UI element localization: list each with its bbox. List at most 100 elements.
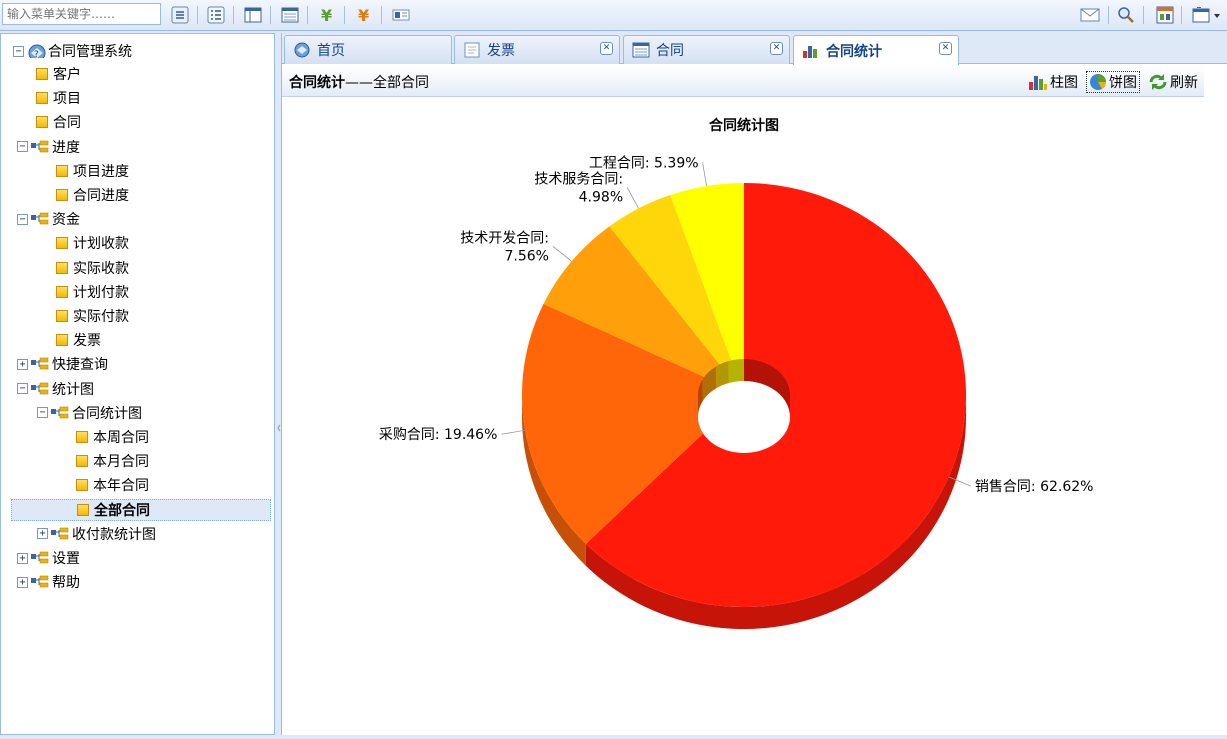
search-icon[interactable]	[1116, 5, 1136, 25]
tree-item-5-label: 合同进度	[73, 188, 129, 204]
expand-toggle-icon[interactable]: +	[17, 358, 28, 370]
leaf-page-icon	[56, 261, 68, 274]
refresh-icon	[1149, 74, 1167, 90]
leaf-page-icon	[56, 285, 68, 298]
tree-item-19[interactable]: + 收付款统计图	[37, 523, 156, 545]
pie-label-leader	[702, 162, 707, 187]
svg-text:¥: ¥	[358, 6, 369, 24]
tree-root-label: 合同管理系统	[48, 44, 132, 60]
node-group-icon	[31, 212, 49, 225]
tree-item-18[interactable]: 全部合同	[11, 498, 271, 521]
expand-toggle-icon[interactable]: +	[17, 552, 28, 564]
tree-item-11[interactable]: 发票	[56, 329, 101, 351]
expand-toggle-icon[interactable]: +	[37, 528, 48, 540]
bar-chart-icon	[803, 45, 817, 58]
tree-item-8-label: 实际收款	[73, 260, 129, 277]
tab-contract-label: 合同	[656, 43, 684, 59]
leaf-page-icon	[56, 237, 68, 250]
tab-home-label: 首页	[317, 43, 345, 59]
tree-item-1[interactable]: 项目	[36, 87, 81, 109]
expand-toggle-icon[interactable]: +	[17, 576, 28, 588]
tree-item-3-label: 进度	[52, 139, 80, 156]
window-icon[interactable]	[1155, 5, 1175, 25]
node-group-icon	[31, 575, 49, 588]
chart-actions: 柱图 饼图 刷新	[1026, 71, 1200, 93]
contract-pie-chart: 销售合同: 62.62% 采购合同: 19.46% 技术开发合同: 7.56% 技术服务…	[379, 117, 1094, 629]
refresh-button[interactable]: 刷新	[1146, 71, 1200, 93]
tab-invoice[interactable]: 发票 ✕	[454, 35, 620, 64]
tree-item-17-label: 本年合同	[93, 478, 149, 495]
leaf-page-icon	[76, 431, 88, 443]
tree-item-20-label: 设置	[52, 551, 80, 567]
close-icon[interactable]: ✕	[939, 42, 952, 55]
tree-item-16[interactable]: 本月合同	[76, 450, 149, 472]
collapse-toggle-icon[interactable]: −	[17, 141, 28, 153]
collapse-toggle-icon[interactable]: −	[13, 45, 24, 57]
close-icon[interactable]: ✕	[770, 42, 783, 55]
pie-label-leader	[552, 245, 572, 262]
pie-chart-icon	[1090, 74, 1107, 90]
panel-title: 合同统计——全部合同	[289, 74, 429, 91]
tree-item-15-label: 本周合同	[93, 430, 149, 446]
tree-item-15[interactable]: 本周合同	[76, 426, 149, 448]
bar-chart-button[interactable]: 柱图	[1026, 71, 1080, 93]
tree-item-12[interactable]: + 快捷查询	[17, 353, 108, 375]
tree-item-21[interactable]: + 帮助	[17, 571, 80, 593]
tree-item-18-label: 全部合同	[94, 502, 150, 519]
node-group-icon	[31, 382, 49, 394]
tab-contract[interactable]: 合同 ✕	[623, 35, 790, 64]
collapse-toggle-icon[interactable]: −	[17, 383, 28, 395]
yuan-green-icon[interactable]: ¥	[317, 5, 337, 25]
menu-search-input[interactable]	[2, 3, 161, 25]
close-icon[interactable]: ✕	[600, 42, 613, 55]
pie-label-leader	[626, 187, 639, 209]
tab-invoice-label: 发票	[487, 43, 515, 59]
bar-chart-icon	[1029, 76, 1047, 90]
tree-item-0-label: 客户	[53, 67, 81, 83]
tree-item-13[interactable]: − 统计图	[17, 378, 94, 400]
node-group-icon	[31, 358, 49, 370]
tree-item-10-label: 实际付款	[73, 309, 129, 325]
tab-home[interactable]: 首页	[284, 35, 452, 64]
pie-slice-label: 技术服务合同:	[534, 171, 623, 187]
mail-icon[interactable]	[1080, 5, 1100, 25]
tree-item-5[interactable]: 合同进度	[56, 184, 129, 206]
node-group-icon	[31, 551, 49, 564]
tree-item-8[interactable]: 实际收款	[56, 257, 129, 279]
card-icon[interactable]	[391, 5, 411, 25]
pie-chart-button[interactable]: 饼图	[1086, 71, 1140, 93]
tree-item-3[interactable]: − 进度	[17, 136, 80, 158]
tree-item-17[interactable]: 本年合同	[76, 474, 149, 496]
tree-item-9[interactable]: 计划付款	[56, 281, 129, 303]
tree-item-6[interactable]: − 资金	[17, 208, 80, 230]
collapse-toggle-icon[interactable]: −	[17, 213, 28, 225]
expand-all-icon[interactable]	[170, 5, 190, 25]
tree-item-0[interactable]: 客户	[36, 63, 81, 85]
pie-slice-label: 技术开发合同:	[460, 230, 549, 246]
tree-item-19-label: 收付款统计图	[72, 526, 156, 543]
tree-item-7[interactable]: 计划收款	[56, 232, 129, 254]
panel-titlebar: 合同统计——全部合同 柱图 饼图 刷新	[282, 67, 1204, 97]
tree-root[interactable]: − ? 合同管理系统	[13, 40, 132, 62]
tree-item-11-label: 发票	[73, 333, 101, 350]
chart-title: 合同统计图	[709, 117, 779, 134]
tab-contract-statistics[interactable]: 合同统计 ✕	[793, 35, 959, 65]
leaf-page-icon	[36, 116, 48, 129]
tree-item-10[interactable]: 实际付款	[56, 305, 129, 327]
tree-item-4[interactable]: 项目进度	[56, 160, 129, 182]
svg-text:¥: ¥	[321, 6, 332, 24]
yuan-orange-icon[interactable]: ¥	[354, 5, 374, 25]
tab-strip: 首页 发票 ✕ 合同 ✕ 合同统计 ✕	[282, 33, 1227, 65]
leaf-page-icon	[56, 334, 68, 347]
tree-item-14[interactable]: − 合同统计图	[37, 402, 142, 424]
tree-item-7-label: 计划收款	[73, 236, 129, 253]
collapse-toggle-icon[interactable]: −	[37, 407, 48, 419]
layout-icon[interactable]	[243, 5, 263, 25]
tree-item-20[interactable]: + 设置	[17, 547, 80, 569]
leaf-page-icon	[36, 68, 48, 80]
tree-item-2[interactable]: 合同	[36, 111, 81, 133]
collapse-all-icon[interactable]	[206, 5, 226, 25]
list-icon[interactable]	[280, 5, 300, 25]
pie-slice-label: 销售合同: 62.62%	[975, 479, 1094, 495]
windows-dropdown-icon[interactable]	[1192, 5, 1224, 25]
